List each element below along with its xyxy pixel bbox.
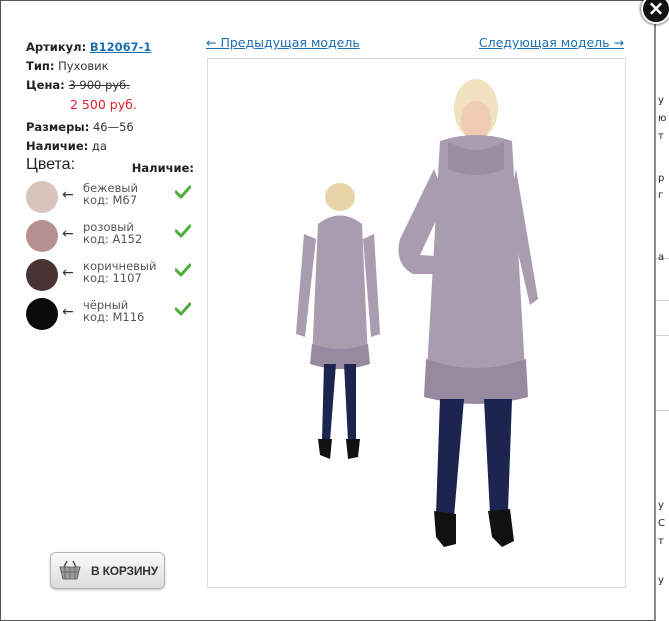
checkmark-icon [175, 224, 191, 238]
color-option-brown[interactable]: ← коричневый код: 1107 [26, 259, 194, 291]
article-label: Артикул: [26, 40, 87, 54]
checkmark-icon [175, 302, 191, 316]
color-text: чёрный код: M116 [83, 299, 144, 323]
add-to-cart-label: В КОРЗИНУ [91, 564, 158, 578]
colors-title: Цвета: [26, 156, 76, 173]
quick-view-modal: Артикул: B12067-1 Тип: Пуховик Цена: 3 9… [0, 0, 656, 621]
color-text: коричневый код: 1107 [83, 260, 156, 284]
arrow-left-icon: ← [62, 304, 74, 320]
color-option-beige[interactable]: ← бежевый код: M67 [26, 181, 194, 213]
sizes-value: 46—56 [92, 120, 134, 134]
back-view-model [296, 183, 380, 459]
arrow-left-icon: ← [62, 265, 74, 281]
availability-row: Наличие: да [26, 137, 151, 156]
product-photo [207, 58, 626, 588]
color-text: розовый код: A152 [83, 221, 142, 245]
old-price: 3 900 руб. [68, 78, 130, 92]
basket-icon [59, 560, 81, 580]
sizes-row: Размеры: 46—56 [26, 118, 151, 137]
color-swatch[interactable] [26, 220, 58, 252]
availability-value: да [91, 139, 107, 153]
product-info: Артикул: B12067-1 Тип: Пуховик Цена: 3 9… [26, 38, 151, 156]
color-swatch[interactable] [26, 181, 58, 213]
article-link[interactable]: B12067-1 [90, 40, 152, 54]
article-row: Артикул: B12067-1 [26, 38, 151, 57]
color-swatch[interactable] [26, 298, 58, 330]
sizes-label: Размеры: [26, 120, 90, 134]
previous-model-link[interactable]: ← Предыдущая модель [206, 35, 360, 50]
background-page: у ю т р г а у С т у [656, 0, 669, 621]
front-view-model [398, 79, 538, 547]
color-code: код: A152 [83, 232, 143, 246]
product-image [296, 79, 538, 547]
type-label: Тип: [26, 59, 55, 73]
color-code: код: 1107 [83, 271, 142, 285]
color-code: код: M67 [83, 193, 138, 207]
next-model-link[interactable]: Следующая модель → [479, 35, 624, 50]
color-option-pink[interactable]: ← розовый код: A152 [26, 220, 194, 252]
type-row: Тип: Пуховик [26, 57, 151, 76]
price-row: Цена: 3 900 руб. [26, 76, 151, 95]
add-to-cart-button[interactable]: В КОРЗИНУ [50, 552, 165, 589]
color-code: код: M116 [83, 310, 145, 324]
colors-header: Цвета: Наличие: [26, 156, 194, 178]
availability-label: Наличие: [26, 139, 89, 153]
arrow-left-icon: ← [62, 226, 74, 242]
checkmark-icon [175, 185, 191, 199]
arrow-left-icon: ← [62, 187, 74, 203]
type-value: Пуховик [58, 59, 109, 73]
sale-price: 2 500 руб. [70, 97, 137, 112]
color-swatch[interactable] [26, 259, 58, 291]
stock-header: Наличие: [131, 161, 194, 175]
price-label: Цена: [26, 78, 65, 92]
sale-price-row: 2 500 руб. [26, 95, 151, 114]
checkmark-icon [175, 263, 191, 277]
color-option-black[interactable]: ← чёрный код: M116 [26, 298, 194, 330]
color-text: бежевый код: M67 [83, 182, 138, 206]
